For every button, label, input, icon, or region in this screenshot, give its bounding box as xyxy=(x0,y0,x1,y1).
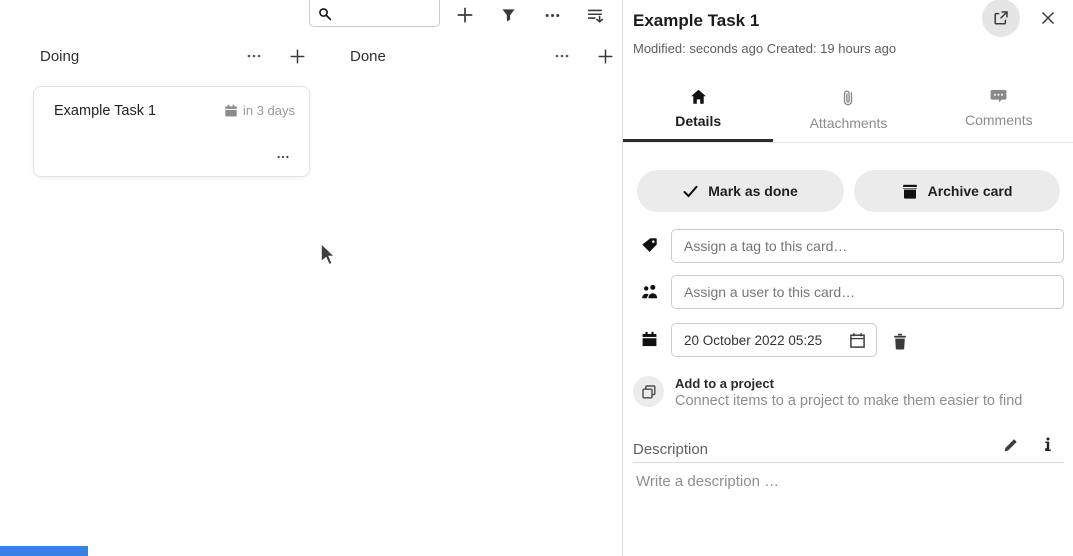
card-detail-panel: Example Task 1 Modified: seconds ago Cre… xyxy=(622,0,1073,556)
tab-details[interactable]: Details xyxy=(623,80,773,142)
description-placeholder[interactable]: Write a description … xyxy=(636,473,779,490)
add-to-project-title: Add to a project xyxy=(675,372,1022,391)
trash-icon xyxy=(892,333,908,350)
info-icon xyxy=(1044,437,1052,453)
plus-icon xyxy=(456,6,474,24)
mouse-cursor xyxy=(317,241,339,269)
panel-title: Example Task 1 xyxy=(633,11,759,31)
add-to-project-subtitle: Connect items to a project to make them … xyxy=(675,393,1022,409)
column-doing-menu-button[interactable] xyxy=(243,46,265,66)
paperclip-icon xyxy=(842,89,854,107)
calendar-icon xyxy=(224,104,238,118)
description-divider xyxy=(633,462,1064,463)
mark-as-done-button[interactable]: Mark as done xyxy=(637,170,844,212)
search-icon xyxy=(318,7,332,21)
card-title: Example Task 1 xyxy=(54,103,156,119)
kanban-board: Doing Done Example Task 1 in 3 days xyxy=(0,0,622,556)
view-options-icon xyxy=(586,7,605,24)
ellipsis-icon xyxy=(544,7,561,24)
check-icon xyxy=(683,185,698,198)
close-panel-button[interactable] xyxy=(1037,7,1059,29)
archive-icon xyxy=(902,184,918,199)
filter-button[interactable] xyxy=(496,4,520,26)
ellipsis-icon xyxy=(246,48,262,64)
project-icon xyxy=(633,376,664,407)
external-link-icon xyxy=(993,10,1009,26)
calendar-picker-icon[interactable] xyxy=(849,332,866,349)
card-menu-button[interactable] xyxy=(271,148,295,166)
tab-comments[interactable]: Comments xyxy=(924,80,1073,142)
pencil-icon xyxy=(1003,437,1019,453)
assign-tag-input[interactable] xyxy=(671,229,1064,263)
column-title-doing: Doing xyxy=(40,48,79,65)
panel-tabs: Details Attachments Comments xyxy=(623,80,1073,143)
column-done-menu-button[interactable] xyxy=(551,46,573,66)
home-icon xyxy=(690,89,707,105)
card-due-date: in 3 days xyxy=(224,103,295,118)
ellipsis-icon xyxy=(554,48,570,64)
plus-icon xyxy=(289,48,306,65)
board-menu-button[interactable] xyxy=(540,4,564,26)
column-done-add-button[interactable] xyxy=(594,46,616,66)
archive-card-button[interactable]: Archive card xyxy=(854,170,1060,212)
due-date-value: 20 October 2022 05:25 xyxy=(684,333,849,348)
mark-as-done-label: Mark as done xyxy=(708,183,797,199)
tab-attachments[interactable]: Attachments xyxy=(773,80,923,142)
tag-icon xyxy=(641,237,658,254)
add-to-project-row[interactable]: Add to a project Connect items to a proj… xyxy=(633,372,1063,409)
edit-description-button[interactable] xyxy=(999,434,1023,456)
column-title-done: Done xyxy=(350,48,386,65)
tab-comments-label: Comments xyxy=(965,112,1033,128)
assign-user-input[interactable] xyxy=(671,275,1064,309)
description-label: Description xyxy=(633,441,708,458)
tab-details-label: Details xyxy=(675,113,721,129)
column-doing-add-button[interactable] xyxy=(286,46,308,66)
plus-icon xyxy=(597,48,614,65)
tab-attachments-label: Attachments xyxy=(810,115,888,131)
description-info-button[interactable] xyxy=(1037,434,1059,456)
comment-icon xyxy=(990,89,1007,104)
card-due-label: in 3 days xyxy=(243,103,295,118)
archive-card-label: Archive card xyxy=(928,183,1013,199)
users-icon xyxy=(641,284,659,299)
remove-due-date-button[interactable] xyxy=(887,329,913,353)
filter-icon xyxy=(501,8,516,23)
search-box[interactable] xyxy=(309,0,440,27)
calendar-icon xyxy=(641,331,658,348)
add-card-button[interactable] xyxy=(453,4,477,26)
task-card[interactable]: Example Task 1 in 3 days xyxy=(33,86,310,177)
progress-indicator xyxy=(0,546,88,556)
open-in-window-button[interactable] xyxy=(982,0,1020,37)
panel-modified-created: Modified: seconds ago Created: 19 hours … xyxy=(633,41,896,56)
close-icon xyxy=(1041,11,1055,25)
due-date-field[interactable]: 20 October 2022 05:25 xyxy=(671,323,877,357)
ellipsis-icon xyxy=(275,150,291,164)
view-options-button[interactable] xyxy=(583,4,607,26)
search-input[interactable] xyxy=(336,2,434,22)
